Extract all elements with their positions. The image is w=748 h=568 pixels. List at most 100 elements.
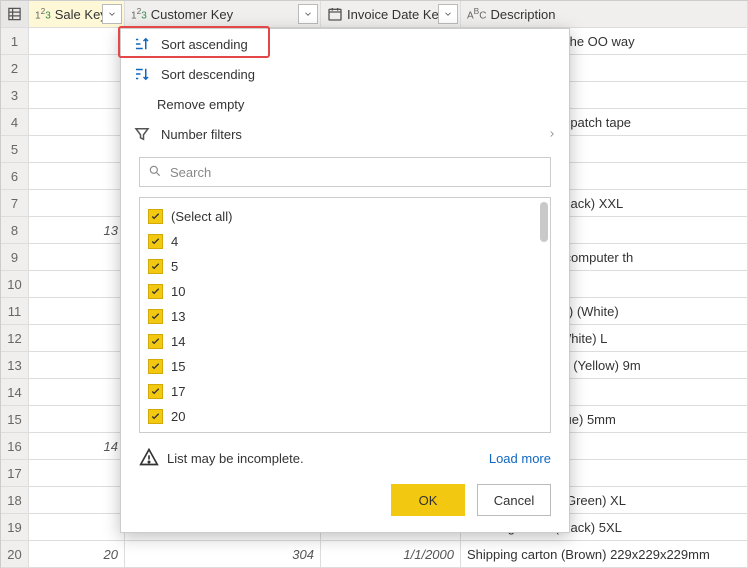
column-label: Sale Key: [55, 1, 107, 28]
filter-value-label: 17: [171, 384, 185, 399]
sort-desc-icon: [133, 65, 151, 83]
column-header-customer-key[interactable]: 123 Customer Key: [125, 1, 321, 28]
cell-sale-key[interactable]: [29, 244, 125, 271]
filter-value-item[interactable]: 10: [148, 279, 542, 304]
checkbox-icon: [148, 234, 163, 249]
button-label: Cancel: [494, 493, 534, 508]
cell-sale-key[interactable]: [29, 55, 125, 82]
column-filter-flyout: Sort ascending Sort descending Remove em…: [120, 28, 570, 533]
filter-value-item[interactable]: 13: [148, 304, 542, 329]
menu-label: Remove empty: [157, 97, 244, 112]
sort-asc-icon: [133, 35, 151, 53]
cell-customer-key[interactable]: 304: [125, 541, 321, 568]
row-number[interactable]: 10: [1, 271, 29, 298]
checkbox-icon: [148, 209, 163, 224]
column-label: Customer Key: [151, 1, 233, 28]
cell-sale-key[interactable]: [29, 190, 125, 217]
row-number[interactable]: 6: [1, 163, 29, 190]
menu-number-filters[interactable]: Number filters: [121, 119, 569, 149]
filter-value-item[interactable]: 20: [148, 404, 542, 429]
row-number[interactable]: 5: [1, 136, 29, 163]
filter-value-item[interactable]: 17: [148, 379, 542, 404]
cell-sale-key[interactable]: 20: [29, 541, 125, 568]
row-number[interactable]: 18: [1, 487, 29, 514]
row-number[interactable]: 11: [1, 298, 29, 325]
checkbox-icon: [148, 309, 163, 324]
cell-sale-key[interactable]: [29, 514, 125, 541]
column-label: Invoice Date Key: [347, 1, 445, 28]
row-number[interactable]: 15: [1, 406, 29, 433]
cell-sale-key[interactable]: [29, 82, 125, 109]
button-label: OK: [419, 493, 438, 508]
filter-value-item[interactable]: (Select all): [148, 204, 542, 229]
cell-sale-key[interactable]: [29, 298, 125, 325]
cell-sale-key[interactable]: [29, 136, 125, 163]
menu-label: Sort descending: [161, 67, 255, 82]
column-dropdown[interactable]: [298, 4, 318, 24]
checkbox-icon: [148, 359, 163, 374]
warning-icon: [139, 447, 159, 470]
cell-sale-key[interactable]: [29, 109, 125, 136]
checkbox-icon: [148, 284, 163, 299]
menu-sort-descending[interactable]: Sort descending: [121, 59, 569, 89]
row-number[interactable]: 17: [1, 460, 29, 487]
checkbox-icon: [148, 384, 163, 399]
filter-value-item[interactable]: 5: [148, 254, 542, 279]
filter-values-list[interactable]: (Select all)4 5 10 13 14 15 17 20: [139, 197, 551, 433]
row-number[interactable]: 13: [1, 352, 29, 379]
row-number[interactable]: 20: [1, 541, 29, 568]
search-placeholder: Search: [170, 165, 211, 180]
row-number[interactable]: 2: [1, 55, 29, 82]
filter-value-item[interactable]: 15: [148, 354, 542, 379]
filter-value-label: 15: [171, 359, 185, 374]
row-number[interactable]: 19: [1, 514, 29, 541]
cell-sale-key[interactable]: [29, 460, 125, 487]
cell-sale-key[interactable]: [29, 163, 125, 190]
row-number[interactable]: 4: [1, 109, 29, 136]
cell-sale-key[interactable]: 14: [29, 433, 125, 460]
menu-label: Number filters: [161, 127, 242, 142]
row-number[interactable]: 9: [1, 244, 29, 271]
column-header-description[interactable]: ABC Description: [461, 1, 748, 28]
checkbox-icon: [148, 409, 163, 424]
filter-value-label: 20: [171, 409, 185, 424]
checkbox-icon: [148, 259, 163, 274]
row-number-header[interactable]: [1, 1, 29, 28]
scrollbar-thumb[interactable]: [540, 202, 548, 242]
filter-value-item[interactable]: 4: [148, 229, 542, 254]
cell-sale-key[interactable]: [29, 379, 125, 406]
cell-description[interactable]: Shipping carton (Brown) 229x229x229mm: [461, 541, 748, 568]
row-number[interactable]: 7: [1, 190, 29, 217]
column-header-invoice-date-key[interactable]: Invoice Date Key: [321, 1, 461, 28]
filter-value-label: 10: [171, 284, 185, 299]
row-number[interactable]: 12: [1, 325, 29, 352]
search-icon: [148, 164, 162, 181]
row-number[interactable]: 14: [1, 379, 29, 406]
cell-invoice-date[interactable]: 1/1/2000: [321, 541, 461, 568]
column-dropdown[interactable]: [438, 4, 458, 24]
filter-value-label: 5: [171, 259, 178, 274]
cancel-button[interactable]: Cancel: [477, 484, 551, 516]
row-number[interactable]: 16: [1, 433, 29, 460]
filter-search-input[interactable]: Search: [139, 157, 551, 187]
column-header-sale-key[interactable]: 123 Sale Key: [29, 1, 125, 28]
filter-value-label: 14: [171, 334, 185, 349]
row-number[interactable]: 3: [1, 82, 29, 109]
cell-sale-key[interactable]: 13: [29, 217, 125, 244]
ok-button[interactable]: OK: [391, 484, 465, 516]
cell-sale-key[interactable]: [29, 487, 125, 514]
cell-sale-key[interactable]: [29, 406, 125, 433]
cell-sale-key[interactable]: [29, 325, 125, 352]
column-dropdown[interactable]: [102, 4, 122, 24]
row-number[interactable]: 1: [1, 28, 29, 55]
cell-sale-key[interactable]: [29, 28, 125, 55]
cell-sale-key[interactable]: [29, 352, 125, 379]
filter-value-label: 13: [171, 309, 185, 324]
menu-sort-ascending[interactable]: Sort ascending: [121, 29, 569, 59]
load-more-link[interactable]: Load more: [489, 451, 551, 466]
column-label: Description: [490, 1, 555, 28]
row-number[interactable]: 8: [1, 217, 29, 244]
cell-sale-key[interactable]: [29, 271, 125, 298]
menu-remove-empty[interactable]: Remove empty: [121, 89, 569, 119]
filter-value-item[interactable]: 14: [148, 329, 542, 354]
